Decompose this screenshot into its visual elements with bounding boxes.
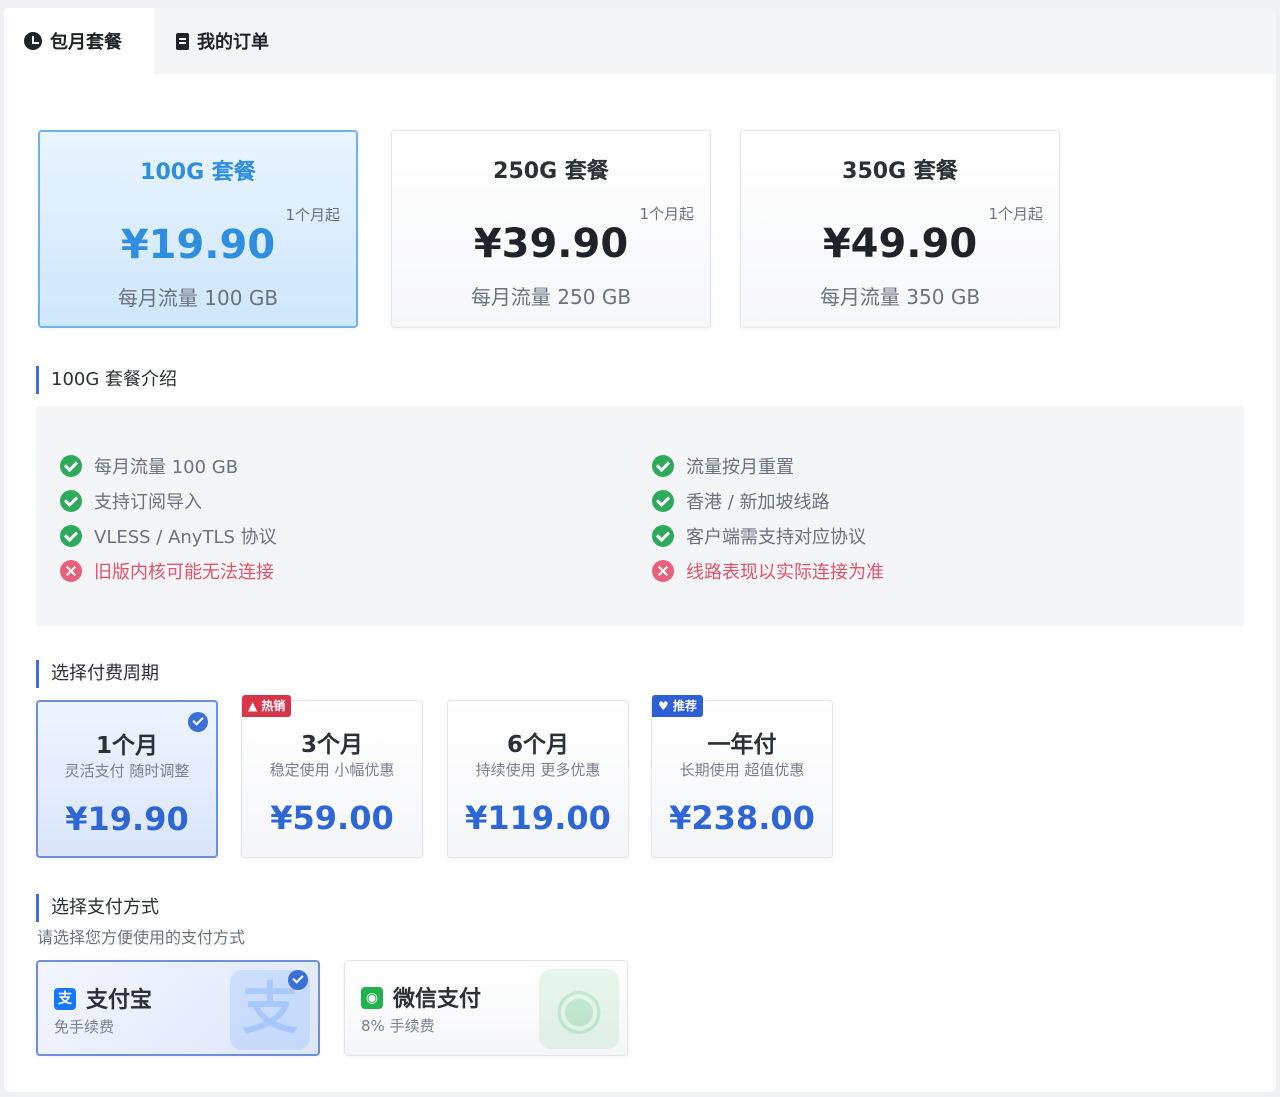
period-desc: 持续使用 更多优惠 bbox=[475, 761, 601, 779]
recommended-badge: ♥ 推荐 bbox=[652, 695, 703, 717]
payment-name: 支付宝 bbox=[86, 988, 153, 1013]
cross-circle-icon bbox=[60, 559, 82, 582]
feature-text: 旧版内核可能无法连接 bbox=[94, 561, 274, 583]
plan-card-250g[interactable]: 250G 套餐 1个月起 ¥39.90 每月流量 250 GB bbox=[391, 130, 711, 328]
section-title-payment: 选择支付方式 bbox=[36, 894, 159, 922]
feature-text: 香港 / 新加坡线路 bbox=[686, 491, 830, 513]
main-panel: 包月套餐 我的订单 100G 套餐 1个月起 ¥19.90 每月流量 100 G… bbox=[4, 8, 1276, 1092]
cross-circle-icon bbox=[652, 559, 674, 582]
plan-traffic: 每月流量 250 GB bbox=[470, 285, 632, 309]
period-price: ¥238.00 bbox=[669, 799, 815, 837]
plan-price: ¥49.90 bbox=[822, 221, 978, 267]
feature-text: 客户端需支持对应协议 bbox=[686, 526, 866, 548]
feature-text: 支持订阅导入 bbox=[94, 491, 202, 513]
plan-price: ¥39.90 bbox=[473, 221, 629, 267]
tab-label: 我的订单 bbox=[197, 32, 269, 53]
feature-column-left: 每月流量 100 GB 支持订阅导入 VLESS / AnyTLS 协议 旧版内… bbox=[60, 448, 277, 588]
payment-name: 微信支付 bbox=[393, 987, 482, 1012]
feature-text: 流量按月重置 bbox=[686, 456, 794, 478]
period-option-1-month[interactable]: 1个月 灵活支付 随时调整 ¥19.90 bbox=[36, 700, 218, 858]
feature-text: 每月流量 100 GB bbox=[94, 456, 239, 478]
section-title-intro: 100G 套餐介绍 bbox=[36, 366, 177, 394]
feature-item: VLESS / AnyTLS 协议 bbox=[60, 518, 277, 553]
check-icon bbox=[288, 970, 308, 990]
plan-name: 250G 套餐 bbox=[493, 159, 609, 184]
check-circle-icon bbox=[652, 524, 674, 547]
period-label: 6个月 bbox=[506, 732, 569, 758]
period-label: 1个月 bbox=[95, 733, 158, 759]
feature-item: 每月流量 100 GB bbox=[60, 448, 277, 483]
period-desc: 稳定使用 小幅优惠 bbox=[269, 761, 395, 779]
tab-my-orders[interactable]: 我的订单 bbox=[176, 8, 269, 74]
check-circle-icon bbox=[60, 524, 82, 547]
wechat-icon: ◉ bbox=[361, 987, 383, 1009]
tab-label: 包月套餐 bbox=[50, 32, 122, 53]
period-price: ¥119.00 bbox=[465, 799, 611, 837]
feature-column-right: 流量按月重置 香港 / 新加坡线路 客户端需支持对应协议 线路表现以实际连接为准 bbox=[652, 448, 884, 588]
period-price: ¥59.00 bbox=[270, 799, 394, 837]
payment-wechat[interactable]: ◉ ◉ 微信支付 8% 手续费 bbox=[344, 960, 628, 1056]
feature-item: 流量按月重置 bbox=[652, 448, 884, 483]
check-circle-icon bbox=[60, 454, 82, 477]
period-label: 3个月 bbox=[300, 732, 363, 758]
check-circle-icon bbox=[652, 454, 674, 477]
wechat-watermark-icon: ◉ bbox=[539, 969, 619, 1049]
hot-badge: ▲ 热销 bbox=[242, 695, 292, 717]
plan-traffic: 每月流量 350 GB bbox=[819, 285, 981, 309]
check-circle-icon bbox=[652, 489, 674, 512]
feature-item: 线路表现以实际连接为准 bbox=[652, 553, 884, 588]
period-desc: 长期使用 超值优惠 bbox=[679, 761, 805, 779]
feature-text: 线路表现以实际连接为准 bbox=[686, 561, 884, 583]
plan-card-350g[interactable]: 350G 套餐 1个月起 ¥49.90 每月流量 350 GB bbox=[740, 130, 1060, 328]
payment-fee: 免手续费 bbox=[54, 1018, 115, 1036]
feature-item: 客户端需支持对应协议 bbox=[652, 518, 884, 553]
check-circle-icon bbox=[60, 489, 82, 512]
payment-alipay[interactable]: 支 支 支付宝 免手续费 bbox=[36, 960, 320, 1056]
alipay-icon: 支 bbox=[54, 988, 76, 1010]
clock-icon bbox=[24, 32, 42, 50]
period-desc: 灵活支付 随时调整 bbox=[64, 762, 190, 780]
period-price: ¥19.90 bbox=[65, 800, 189, 838]
period-label: 一年付 bbox=[707, 732, 777, 758]
payment-fee: 8% 手续费 bbox=[361, 1017, 435, 1035]
feature-item: 支持订阅导入 bbox=[60, 483, 277, 518]
feature-item: 旧版内核可能无法连接 bbox=[60, 553, 277, 588]
plan-price: ¥19.90 bbox=[120, 222, 276, 268]
period-option-1-year[interactable]: ♥ 推荐 一年付 长期使用 超值优惠 ¥238.00 bbox=[651, 695, 833, 858]
document-icon bbox=[176, 32, 189, 50]
feature-item: 香港 / 新加坡线路 bbox=[652, 483, 884, 518]
period-option-3-months[interactable]: ▲ 热销 3个月 稳定使用 小幅优惠 ¥59.00 bbox=[241, 695, 423, 858]
section-title-period: 选择付费周期 bbox=[36, 660, 159, 688]
plan-name: 350G 套餐 bbox=[842, 159, 958, 184]
feature-text: VLESS / AnyTLS 协议 bbox=[94, 526, 277, 548]
plan-name: 100G 套餐 bbox=[140, 160, 256, 185]
period-option-6-months[interactable]: 6个月 持续使用 更多优惠 ¥119.00 bbox=[447, 700, 629, 858]
section-subtitle-payment: 请选择您方便使用的支付方式 bbox=[37, 928, 246, 947]
tab-monthly-plans[interactable]: 包月套餐 bbox=[4, 8, 154, 74]
feature-list: 每月流量 100 GB 支持订阅导入 VLESS / AnyTLS 协议 旧版内… bbox=[36, 406, 1244, 626]
plan-traffic: 每月流量 100 GB bbox=[117, 286, 279, 310]
tab-bar: 包月套餐 我的订单 bbox=[4, 8, 1276, 74]
plan-card-100g[interactable]: 100G 套餐 1个月起 ¥19.90 每月流量 100 GB bbox=[38, 130, 358, 328]
